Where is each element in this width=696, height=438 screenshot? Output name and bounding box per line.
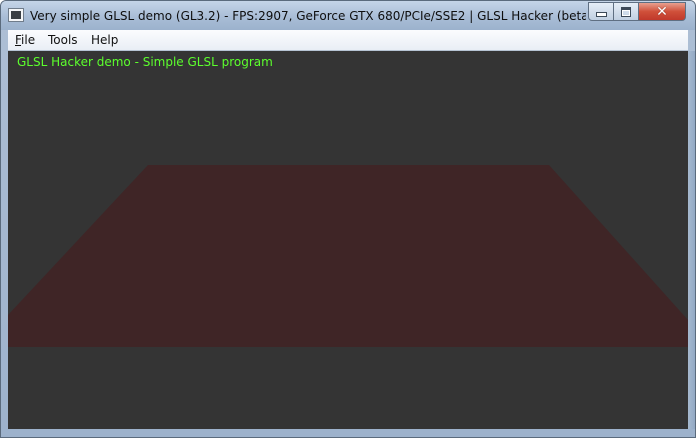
window-title: Very simple GLSL demo (GL3.2) - FPS:2907…	[30, 9, 586, 23]
render-viewport[interactable]: GLSL Hacker demo - Simple GLSL program	[8, 51, 688, 429]
close-button[interactable]: ✕	[638, 2, 686, 21]
title-bar[interactable]: Very simple GLSL demo (GL3.2) - FPS:2907…	[1, 1, 695, 30]
window-right-border	[688, 51, 695, 429]
minimize-button[interactable]	[588, 2, 614, 21]
overlay-caption: GLSL Hacker demo - Simple GLSL program	[17, 55, 273, 69]
menu-help[interactable]: Help	[91, 33, 118, 47]
minimize-icon	[595, 12, 607, 17]
menu-file[interactable]: File	[15, 33, 35, 47]
menu-bar: File Tools Help	[8, 30, 688, 51]
close-icon: ✕	[656, 3, 668, 20]
maximize-icon	[621, 6, 631, 17]
app-icon[interactable]	[8, 8, 24, 22]
maximize-button[interactable]	[613, 2, 639, 21]
menu-tools[interactable]: Tools	[48, 33, 78, 47]
menu-file-label: ile	[21, 33, 36, 47]
app-window: Very simple GLSL demo (GL3.2) - FPS:2907…	[0, 0, 696, 438]
scene-canvas	[8, 51, 688, 429]
